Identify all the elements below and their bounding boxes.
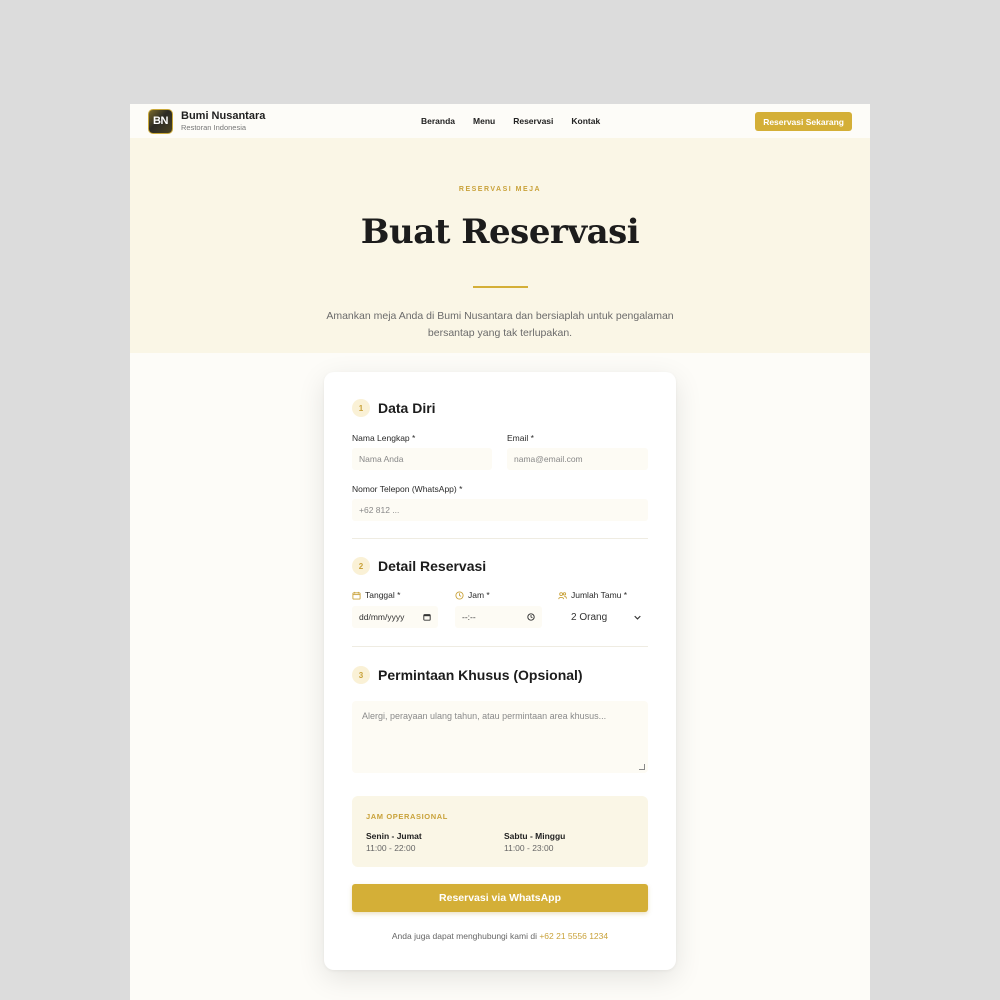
time-value: --:--	[462, 612, 476, 622]
hours-time: 11:00 - 23:00	[504, 843, 554, 853]
date-input[interactable]: dd/mm/yyyy	[352, 606, 438, 628]
nav-kontak[interactable]: Kontak	[571, 116, 600, 126]
calendar-picker-icon[interactable]	[423, 613, 431, 621]
hours-weekday: Senin - Jumat 11:00 - 22:00	[366, 830, 422, 854]
brand-subtitle: Restoran Indonesia	[181, 122, 247, 132]
hero-description: Amankan meja Anda di Bumi Nusantara dan …	[326, 310, 674, 339]
name-input[interactable]: Nama Anda	[352, 448, 492, 470]
section-title: Detail Reservasi	[378, 558, 487, 574]
brand[interactable]: Bumi Nusantara Restoran Indonesia	[181, 110, 265, 132]
email-input[interactable]: nama@email.com	[507, 448, 648, 470]
hours-day: Senin - Jumat	[366, 831, 422, 841]
guests-label: Jumlah Tamu *	[558, 590, 627, 600]
step-badge-1: 1	[352, 399, 370, 417]
contact-line: Anda juga dapat menghubungi kami di +62 …	[324, 931, 676, 941]
hero: RESERVASI MEJA Buat Reservasi Amankan me…	[130, 138, 870, 353]
time-input[interactable]: --:--	[455, 606, 542, 628]
clock-picker-icon[interactable]	[527, 613, 535, 621]
page-title: Buat Reservasi	[360, 212, 640, 252]
users-icon	[558, 591, 567, 599]
main-nav: Beranda Menu Reservasi Kontak	[421, 104, 600, 138]
date-label: Tanggal *	[352, 590, 400, 600]
step-badge-2: 2	[352, 557, 370, 575]
title-divider	[473, 286, 528, 288]
special-request-textarea[interactable]: Alergi, perayaan ulang tahun, atau permi…	[352, 701, 648, 773]
hours-day: Sabtu - Minggu	[504, 831, 566, 841]
brand-name: Bumi Nusantara	[181, 109, 266, 122]
clock-icon	[455, 590, 464, 600]
section-special-request: 3 Permintaan Khusus (Opsional)	[352, 666, 583, 684]
step-badge-3: 3	[352, 666, 370, 684]
hours-time: 11:00 - 22:00	[366, 843, 416, 853]
section-divider	[352, 538, 648, 539]
hours-weekend: Sabtu - Minggu 11:00 - 23:00	[504, 830, 565, 854]
section-reservation-detail: 2 Detail Reservasi	[352, 557, 486, 575]
section-personal-data: 1 Data Diri	[352, 399, 436, 417]
chevron-down-icon	[634, 615, 641, 620]
phone-input[interactable]: +62 812 ...	[352, 499, 648, 521]
logo-badge[interactable]: BN	[148, 108, 173, 134]
whatsapp-reserve-button[interactable]: Reservasi via WhatsApp	[352, 884, 648, 912]
navbar: BN Bumi Nusantara Restoran Indonesia Ber…	[130, 104, 870, 138]
date-value: dd/mm/yyyy	[359, 612, 405, 622]
nav-menu[interactable]: Menu	[473, 116, 495, 126]
time-label: Jam *	[455, 590, 490, 600]
guests-select[interactable]: 2 Orang	[564, 606, 648, 628]
name-label: Nama Lengkap *	[352, 433, 416, 443]
contact-prefix: Anda juga dapat menghubungi kami di	[391, 931, 537, 941]
section-title: Data Diri	[378, 400, 436, 416]
textarea-placeholder: Alergi, perayaan ulang tahun, atau permi…	[362, 711, 607, 721]
opening-hours-box: JAM OPERASIONAL Senin - Jumat 11:00 - 22…	[352, 796, 648, 867]
nav-reservasi[interactable]: Reservasi	[513, 116, 553, 126]
guests-label-text: Jumlah Tamu *	[571, 590, 628, 600]
contact-phone-link[interactable]: +62 21 5556 1234	[539, 931, 608, 941]
date-label-text: Tanggal *	[365, 590, 401, 600]
section-title: Permintaan Khusus (Opsional)	[378, 667, 583, 683]
nav-beranda[interactable]: Beranda	[421, 116, 455, 126]
time-label-text: Jam *	[468, 590, 490, 600]
phone-label: Nomor Telepon (WhatsApp) *	[352, 484, 463, 494]
hours-title: JAM OPERASIONAL	[366, 812, 448, 821]
section-divider	[352, 646, 648, 647]
reserve-now-button[interactable]: Reservasi Sekarang	[755, 112, 852, 131]
page: BN Bumi Nusantara Restoran Indonesia Ber…	[130, 104, 870, 1000]
guests-value: 2 Orang	[571, 611, 608, 623]
resize-handle[interactable]	[639, 764, 645, 770]
email-label: Email *	[507, 433, 534, 443]
calendar-icon	[352, 591, 361, 600]
hero-eyebrow: RESERVASI MEJA	[458, 186, 542, 193]
reservation-form-card: 1 Data Diri Nama Lengkap * Nama Anda Ema…	[324, 372, 676, 970]
